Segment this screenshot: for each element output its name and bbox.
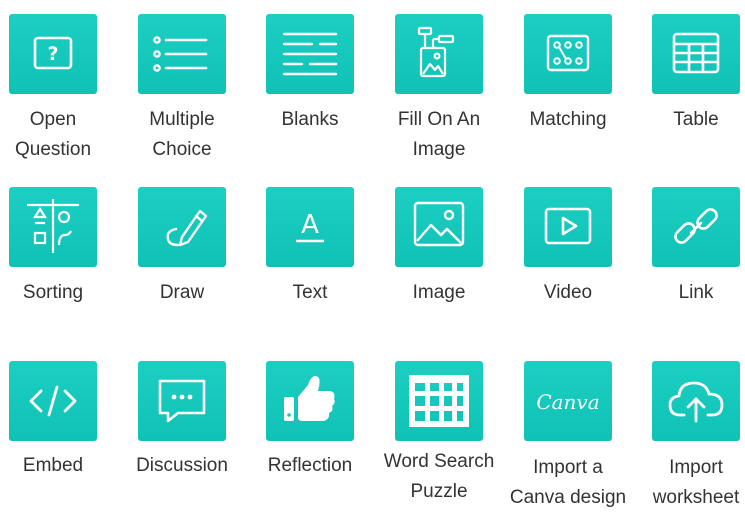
link-label: Link	[678, 282, 714, 303]
canva-import-label: Import a Canva design	[509, 457, 627, 508]
grid-icon	[409, 375, 469, 427]
canva-logo-icon: Canva	[536, 390, 599, 414]
sorting-button[interactable]	[9, 187, 97, 267]
chain-link-icon	[674, 208, 718, 244]
text-label: Text	[292, 282, 328, 303]
table-button[interactable]	[652, 14, 740, 94]
question-box-icon: ?	[33, 36, 73, 70]
matching-button[interactable]	[524, 14, 612, 94]
open-question-label: Open Question	[14, 109, 92, 160]
multiple-choice-label: Multiple Choice	[149, 109, 215, 160]
multiple-choice-button[interactable]	[138, 14, 226, 94]
word-search-button[interactable]	[395, 361, 483, 441]
text-button[interactable]: A	[266, 187, 354, 267]
image-icon	[413, 201, 465, 247]
thumbs-up-icon	[284, 376, 335, 421]
link-button[interactable]	[652, 187, 740, 267]
import-worksheet-button[interactable]	[652, 361, 740, 441]
matching-dots-icon	[546, 34, 590, 72]
reflection-button[interactable]	[266, 361, 354, 441]
speech-bubble-icon	[158, 379, 206, 423]
table-label: Table	[673, 109, 719, 130]
image-label: Image	[412, 282, 466, 303]
svg-text:A: A	[301, 210, 319, 240]
fill-on-image-label: Fill On An Image	[397, 109, 481, 160]
video-label: Video	[543, 282, 593, 303]
open-question-button[interactable]: ?	[9, 14, 97, 94]
discussion-button[interactable]	[138, 361, 226, 441]
video-button[interactable]	[524, 187, 612, 267]
video-play-icon	[544, 207, 592, 245]
cloud-upload-icon	[668, 381, 724, 423]
image-button[interactable]	[395, 187, 483, 267]
code-brackets-icon	[29, 385, 77, 417]
bulleted-list-icon	[153, 36, 208, 72]
embed-button[interactable]	[9, 361, 97, 441]
embed-label: Embed	[22, 455, 84, 476]
import-worksheet-label: Import worksheet	[652, 457, 740, 508]
text-lines-icon	[282, 32, 338, 76]
pencil-icon	[166, 209, 208, 247]
canva-import-button[interactable]: Canva	[524, 361, 612, 441]
discussion-label: Discussion	[136, 455, 228, 476]
draw-label: Draw	[159, 282, 205, 303]
svg-text:Canva: Canva	[536, 390, 599, 414]
blanks-button[interactable]	[266, 14, 354, 94]
draw-button[interactable]	[138, 187, 226, 267]
fill-on-image-button[interactable]	[395, 14, 483, 94]
svg-text:?: ?	[47, 43, 58, 65]
text-a-icon: A	[296, 210, 324, 243]
reflection-label: Reflection	[267, 455, 353, 476]
image-labels-icon	[417, 26, 455, 78]
table-icon	[672, 32, 720, 74]
sorting-label: Sorting	[22, 282, 84, 303]
matching-label: Matching	[529, 109, 607, 130]
blanks-label: Blanks	[281, 109, 339, 130]
sorting-shapes-icon	[27, 199, 79, 253]
word-search-label: Word Search Puzzle	[383, 451, 495, 502]
